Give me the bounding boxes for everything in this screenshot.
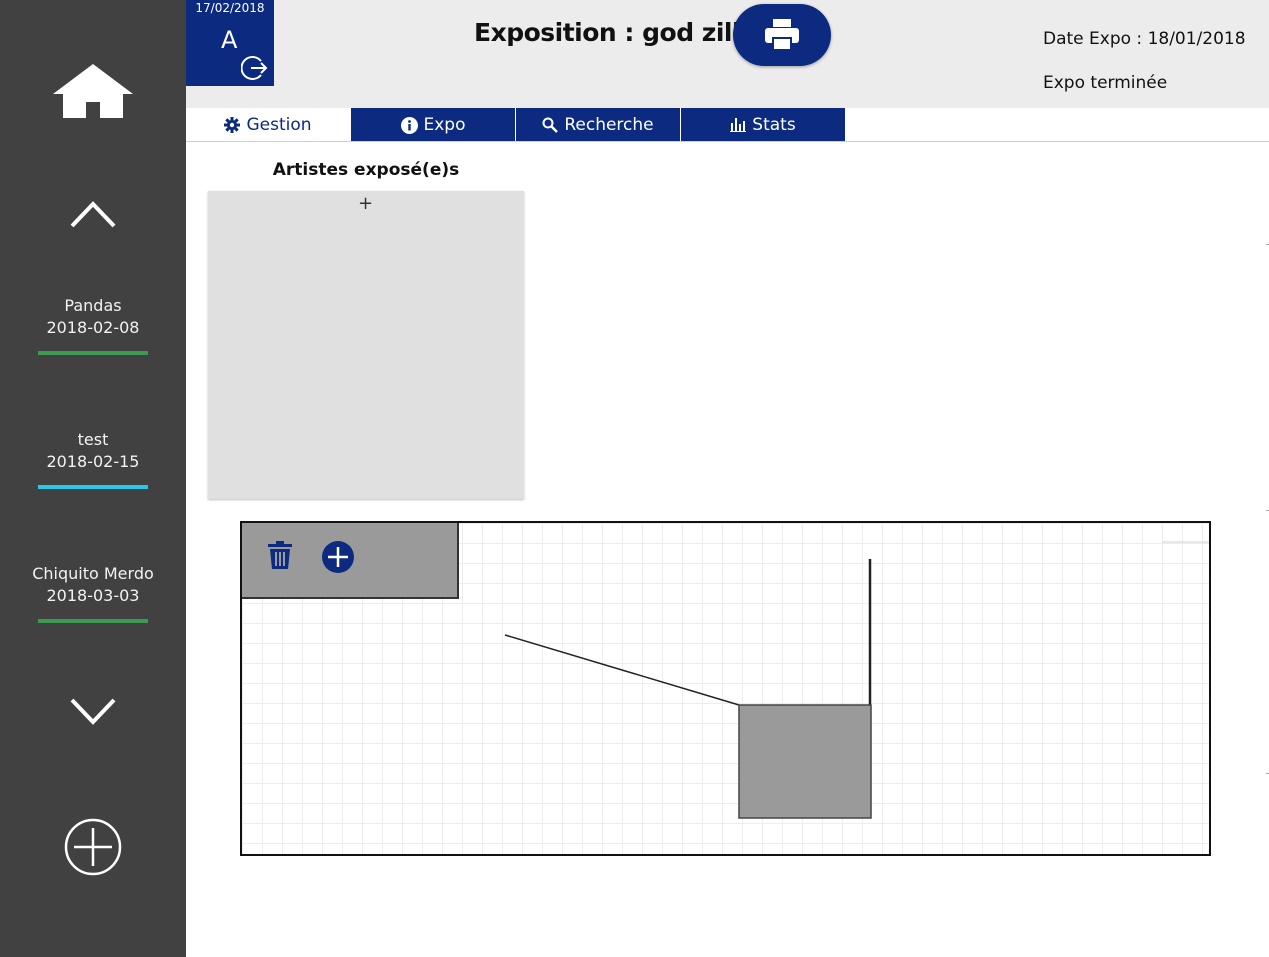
- sidebar-expo-item[interactable]: Pandas 2018-02-08: [0, 295, 186, 355]
- sidebar-expo-name: Pandas: [64, 296, 122, 315]
- tab-stats[interactable]: Stats: [681, 108, 846, 142]
- plan-toolbar: [242, 523, 459, 599]
- sidebar-expo-color-bar: [38, 351, 148, 355]
- tab-divider: [186, 141, 1269, 142]
- trash-icon[interactable]: [267, 541, 293, 573]
- tab-label: Expo: [423, 115, 466, 135]
- tab-expo[interactable]: Expo: [351, 108, 516, 142]
- room-block: [738, 704, 872, 819]
- add-artist-button[interactable]: +: [358, 193, 373, 214]
- sidebar-expo-color-bar: [38, 619, 148, 623]
- wall-segment: [504, 634, 740, 706]
- tab-label: Recherche: [564, 115, 654, 135]
- current-date: 17/02/2018: [195, 1, 265, 15]
- logout-icon[interactable]: [240, 54, 269, 86]
- sidebar-expo-name: test: [77, 430, 109, 449]
- sidebar-expo-date: 2018-02-15: [46, 452, 140, 471]
- sidebar-expo-color-bar: [38, 485, 148, 489]
- chevron-up-icon[interactable]: [0, 200, 186, 228]
- print-button[interactable]: [733, 4, 831, 66]
- gear-icon: [224, 117, 241, 133]
- add-expo-icon[interactable]: [0, 818, 186, 876]
- sidebar: Pandas 2018-02-08 test 2018-02-15 Chiqui…: [0, 0, 186, 957]
- expo-status: Expo terminée: [1043, 73, 1168, 93]
- tab-label: Stats: [752, 115, 796, 135]
- stats-icon: [730, 118, 747, 132]
- user-initial: A: [221, 26, 238, 54]
- floor-plan-canvas[interactable]: [240, 521, 1211, 856]
- search-icon: [542, 117, 559, 133]
- tab-recherche[interactable]: Recherche: [516, 108, 681, 142]
- artists-list[interactable]: +: [208, 191, 524, 499]
- user-box: 17/02/2018 A: [186, 0, 274, 86]
- sidebar-expo-name: Chiquito Merdo: [32, 564, 154, 583]
- artists-title: Artistes exposé(e)s: [272, 160, 460, 180]
- sidebar-expo-date: 2018-02-08: [46, 318, 140, 337]
- chevron-down-icon[interactable]: [0, 698, 186, 726]
- printer-icon: [765, 19, 799, 51]
- home-icon[interactable]: [0, 64, 186, 118]
- info-icon: [400, 116, 418, 134]
- add-element-icon[interactable]: [322, 541, 354, 577]
- page-title: Exposition : god zilla: [474, 18, 757, 47]
- tab-gestion[interactable]: Gestion: [186, 108, 351, 142]
- tab-label: Gestion: [246, 115, 312, 135]
- expo-date: Date Expo : 18/01/2018: [1043, 29, 1246, 49]
- sidebar-expo-date: 2018-03-03: [46, 586, 140, 605]
- sidebar-expo-item[interactable]: Chiquito Merdo 2018-03-03: [0, 563, 186, 623]
- tab-bar: Gestion Expo Recherche Stats: [186, 108, 846, 142]
- sidebar-expo-item[interactable]: test 2018-02-15: [0, 429, 186, 489]
- header-fill: [186, 86, 274, 108]
